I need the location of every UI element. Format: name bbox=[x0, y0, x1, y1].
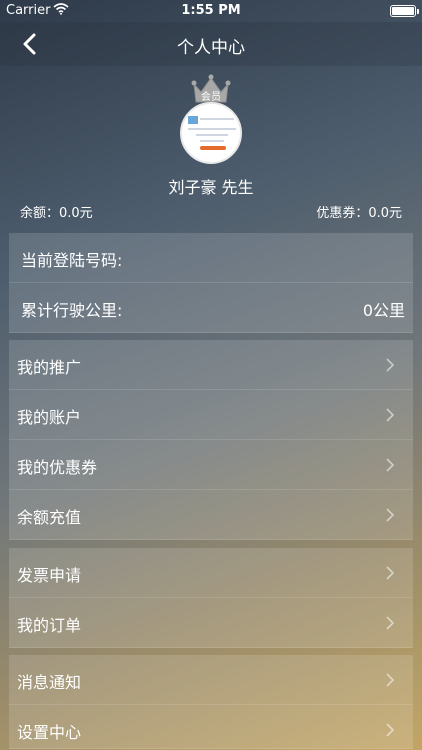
chevron-right-icon bbox=[386, 458, 395, 472]
menu-item-promotion[interactable]: 我的推广 bbox=[9, 340, 413, 390]
chevron-right-icon bbox=[386, 566, 395, 580]
menu-item-coupons[interactable]: 我的优惠券 bbox=[9, 440, 413, 490]
menu-item-label: 我的订单 bbox=[17, 616, 82, 635]
battery-icon bbox=[390, 5, 419, 17]
profile-header: 会员 刘子豪 先生 余额：0.0元 优惠券：0.0元 bbox=[0, 66, 422, 226]
nav-bar: 个人中心 bbox=[0, 22, 422, 66]
coupon-label: 优惠券：0.0元 bbox=[316, 206, 402, 221]
status-bar: Carrier 1:55 PM bbox=[0, 0, 422, 22]
menu-item-invoice[interactable]: 发票申请 bbox=[9, 548, 413, 598]
menu-item-notifications[interactable]: 消息通知 bbox=[9, 655, 413, 705]
menu-item-label: 我的账户 bbox=[17, 408, 82, 427]
menu-item-settings[interactable]: 设置中心 bbox=[9, 705, 413, 749]
phone-row: 当前登陆号码: bbox=[9, 233, 413, 283]
menu-item-label: 我的推广 bbox=[17, 358, 82, 377]
user-name: 刘子豪 先生 bbox=[168, 178, 254, 197]
page-title: 个人中心 bbox=[177, 38, 245, 58]
mileage-row: 累计行驶公里: 0公里 bbox=[9, 283, 413, 333]
member-badge: 会员 bbox=[201, 92, 221, 103]
menu-group-orders: 发票申请 我的订单 bbox=[9, 548, 413, 648]
mileage-value: 0公里 bbox=[362, 301, 405, 320]
chevron-right-icon bbox=[386, 723, 395, 737]
phone-label: 当前登陆号码: bbox=[21, 251, 123, 270]
clock: 1:55 PM bbox=[181, 3, 241, 18]
menu-item-label: 余额充值 bbox=[17, 508, 82, 527]
info-group: 当前登陆号码: 累计行驶公里: 0公里 bbox=[9, 233, 413, 333]
chevron-right-icon bbox=[386, 508, 395, 522]
rating-stars bbox=[200, 146, 226, 150]
chevron-right-icon bbox=[386, 673, 395, 687]
menu-item-recharge[interactable]: 余额充值 bbox=[9, 490, 413, 540]
menu-item-label: 发票申请 bbox=[17, 566, 82, 585]
menu-item-orders[interactable]: 我的订单 bbox=[9, 598, 413, 648]
menu-item-label: 设置中心 bbox=[17, 723, 82, 742]
menu-item-account[interactable]: 我的账户 bbox=[9, 390, 413, 440]
chevron-right-icon bbox=[386, 616, 395, 630]
avatar[interactable] bbox=[180, 102, 242, 164]
chevron-right-icon bbox=[386, 358, 395, 372]
menu-item-label: 我的优惠券 bbox=[17, 458, 98, 477]
menu-group-settings: 消息通知 设置中心 bbox=[9, 655, 413, 749]
menu-group-account: 我的推广 我的账户 我的优惠券 余额充值 bbox=[9, 340, 413, 540]
chevron-right-icon bbox=[386, 408, 395, 422]
balance-label: 余额：0.0元 bbox=[20, 206, 93, 221]
mileage-label: 累计行驶公里: bbox=[21, 301, 123, 320]
menu-item-label: 消息通知 bbox=[17, 673, 82, 692]
